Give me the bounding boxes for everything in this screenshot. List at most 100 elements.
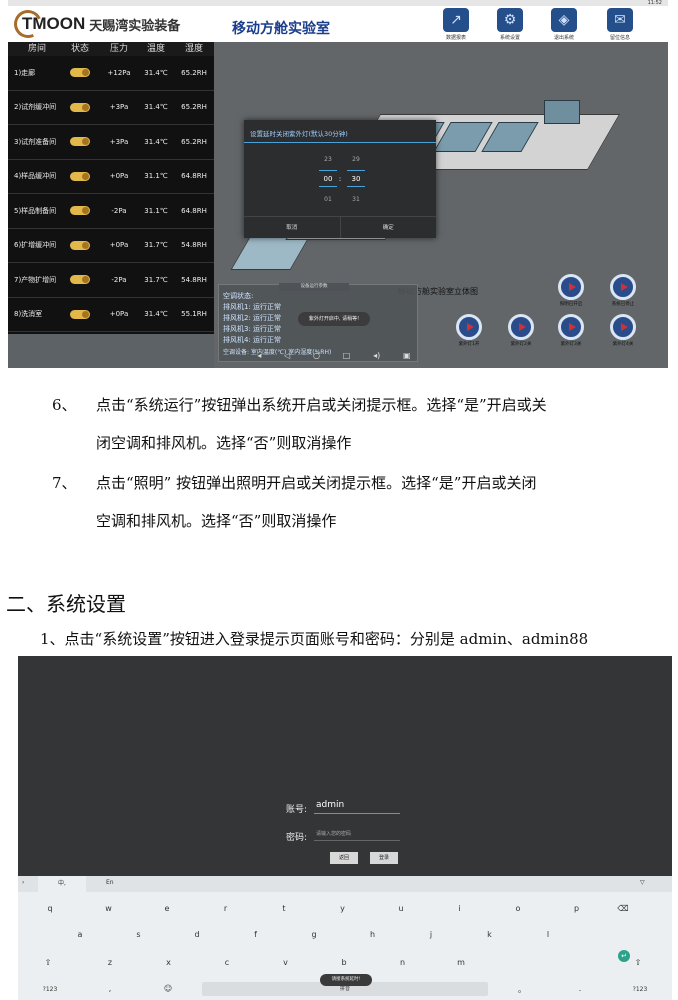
room-name: 8)洗消室 bbox=[14, 310, 43, 319]
cancel-button[interactable]: 取消 bbox=[244, 217, 340, 238]
key-j[interactable]: j bbox=[425, 930, 437, 939]
status-toggle[interactable] bbox=[70, 275, 90, 285]
key-r[interactable]: r bbox=[220, 904, 232, 913]
expand-icon[interactable]: › bbox=[22, 879, 24, 886]
uv-lamp-2-label: 紫外灯2关 bbox=[510, 342, 532, 347]
table-row: 2)试剂缓冲间 +3Pa 31.4℃ 65.2RH bbox=[8, 91, 214, 125]
key-l[interactable]: l bbox=[542, 930, 554, 939]
key-e[interactable]: e bbox=[161, 904, 173, 913]
humidity-value: 65.2RH bbox=[181, 68, 207, 77]
account-input[interactable]: admin bbox=[314, 800, 400, 814]
key-v[interactable]: v bbox=[280, 958, 292, 967]
status-toggle[interactable] bbox=[70, 309, 90, 319]
status-toggle[interactable] bbox=[70, 137, 90, 147]
key-k[interactable]: k bbox=[484, 930, 496, 939]
volume-down-icon[interactable]: ◂ bbox=[257, 351, 261, 360]
status-cell bbox=[60, 102, 100, 112]
message-button[interactable]: ✉ 留位信息 bbox=[600, 8, 640, 41]
key-s[interactable]: s bbox=[133, 930, 145, 939]
lighting-label: 照明已开启 bbox=[559, 302, 583, 307]
play-icon bbox=[610, 274, 636, 300]
collapse-icon[interactable]: ▽ bbox=[640, 879, 645, 886]
back-icon[interactable]: ◁ bbox=[284, 351, 290, 360]
minute-picker[interactable]: 30 bbox=[348, 175, 364, 183]
status-toggle[interactable] bbox=[70, 206, 90, 216]
key-q[interactable]: q bbox=[44, 904, 56, 913]
status-cell bbox=[60, 171, 100, 181]
key-n[interactable]: n bbox=[397, 958, 409, 967]
col-pressure: 压力 bbox=[109, 44, 128, 54]
key-u[interactable]: u bbox=[395, 904, 407, 913]
status-toggle[interactable] bbox=[70, 102, 90, 112]
key-g[interactable]: g bbox=[308, 930, 320, 939]
data-report-button[interactable]: ↗ 数据报表 bbox=[436, 8, 476, 41]
app-header: TMOON 天赐湾实验装备 移动方舱实验室 ↗ 数据报表 ⚙ 系统设置 ◈ 退出… bbox=[8, 6, 668, 42]
status-toggle[interactable] bbox=[70, 68, 90, 78]
key-z[interactable]: z bbox=[104, 958, 116, 967]
system-settings-button[interactable]: ⚙ 系统设置 bbox=[490, 8, 530, 41]
table-header: 房间 状态 压力 温度 湿度 bbox=[8, 42, 214, 56]
screenshot-icon[interactable]: ▣ bbox=[403, 351, 411, 360]
uv-lamp-1-label: 紫外灯1开 bbox=[458, 342, 480, 347]
uv-lamp-2-button[interactable]: 紫外灯2关 bbox=[504, 314, 538, 347]
uv-lamp-3-button[interactable]: 紫外灯3关 bbox=[554, 314, 588, 347]
data-report-label: 数据报表 bbox=[445, 35, 466, 41]
lighting-button[interactable]: 照明已开启 bbox=[554, 274, 588, 307]
section-heading: 二、系统设置 bbox=[6, 592, 126, 616]
status-toggle[interactable] bbox=[70, 171, 90, 181]
soft-keyboard: › 中, En ▽ q w e r t y u i o p a s d f g h j k l z x c v b n m ⌫ ↵… bbox=[18, 876, 672, 1000]
room-name: 4)样品缓冲间 bbox=[14, 172, 57, 181]
shift-right-icon[interactable]: ⇧ bbox=[632, 958, 644, 967]
login-button[interactable]: 登录 bbox=[370, 852, 398, 864]
num-key[interactable]: ?123 bbox=[38, 986, 62, 993]
table-row: 7)产物扩增间 -2Pa 31.7℃ 54.8RH bbox=[8, 263, 214, 298]
key-p[interactable]: p bbox=[571, 904, 583, 913]
key-d[interactable]: d bbox=[191, 930, 203, 939]
volume-up-icon[interactable]: ◂) bbox=[373, 351, 380, 360]
uv-lamp-4-button[interactable]: 紫外灯4关 bbox=[606, 314, 640, 347]
recent-icon[interactable]: □ bbox=[343, 351, 351, 360]
status-toggle[interactable] bbox=[70, 240, 90, 250]
comma-key[interactable]: , bbox=[104, 984, 116, 993]
key-f[interactable]: f bbox=[250, 930, 262, 939]
confirm-button[interactable]: 确定 bbox=[339, 217, 437, 238]
key-x[interactable]: x bbox=[163, 958, 175, 967]
key-a[interactable]: a bbox=[74, 930, 86, 939]
key-w[interactable]: w bbox=[103, 904, 115, 913]
enter-icon[interactable]: ↵ bbox=[618, 950, 630, 962]
emoji-icon[interactable]: ☺ bbox=[162, 984, 174, 993]
status-cell bbox=[60, 68, 100, 78]
home-icon[interactable]: ○ bbox=[313, 351, 320, 360]
dot-key[interactable]: . bbox=[574, 984, 586, 993]
system-run-button[interactable]: 系统已停止 bbox=[606, 274, 640, 307]
humidity-value: 54.8RH bbox=[181, 241, 207, 250]
lang-chinese-tab[interactable]: 中, bbox=[38, 876, 86, 892]
key-t[interactable]: t bbox=[278, 904, 290, 913]
lang-english-tab[interactable]: En bbox=[106, 879, 114, 886]
backspace-icon[interactable]: ⌫ bbox=[616, 904, 630, 913]
exit-system-button[interactable]: ◈ 退出系统 bbox=[544, 8, 584, 41]
period-key[interactable]: 。 bbox=[516, 984, 528, 995]
room-name: 5)样品制备间 bbox=[14, 206, 57, 215]
shift-left-icon[interactable]: ⇧ bbox=[42, 958, 54, 967]
hour-prev: 23 bbox=[324, 156, 332, 163]
back-button[interactable]: 返回 bbox=[330, 852, 358, 864]
dialog-title: 设置延时关闭紫外灯(默认30分钟) bbox=[250, 130, 348, 138]
dialog-buttons: 取消 确定 bbox=[244, 216, 436, 238]
password-input[interactable]: 请输入您的密码 bbox=[314, 828, 400, 841]
key-m[interactable]: m bbox=[455, 958, 467, 967]
picker-line bbox=[347, 170, 365, 171]
key-i[interactable]: i bbox=[454, 904, 466, 913]
key-y[interactable]: y bbox=[337, 904, 349, 913]
item-7-number: 7、 bbox=[52, 474, 77, 492]
temp-value: 31.7℃ bbox=[144, 241, 168, 250]
uv-lamp-1-button[interactable]: 紫外灯1开 bbox=[452, 314, 486, 347]
status-cell bbox=[60, 137, 100, 147]
key-o[interactable]: o bbox=[512, 904, 524, 913]
time-separator: : bbox=[338, 175, 342, 183]
key-h[interactable]: h bbox=[367, 930, 379, 939]
key-c[interactable]: c bbox=[221, 958, 233, 967]
system-run-label: 系统已停止 bbox=[611, 302, 635, 307]
key-b[interactable]: b bbox=[338, 958, 350, 967]
num-key-right[interactable]: ?123 bbox=[628, 986, 652, 993]
